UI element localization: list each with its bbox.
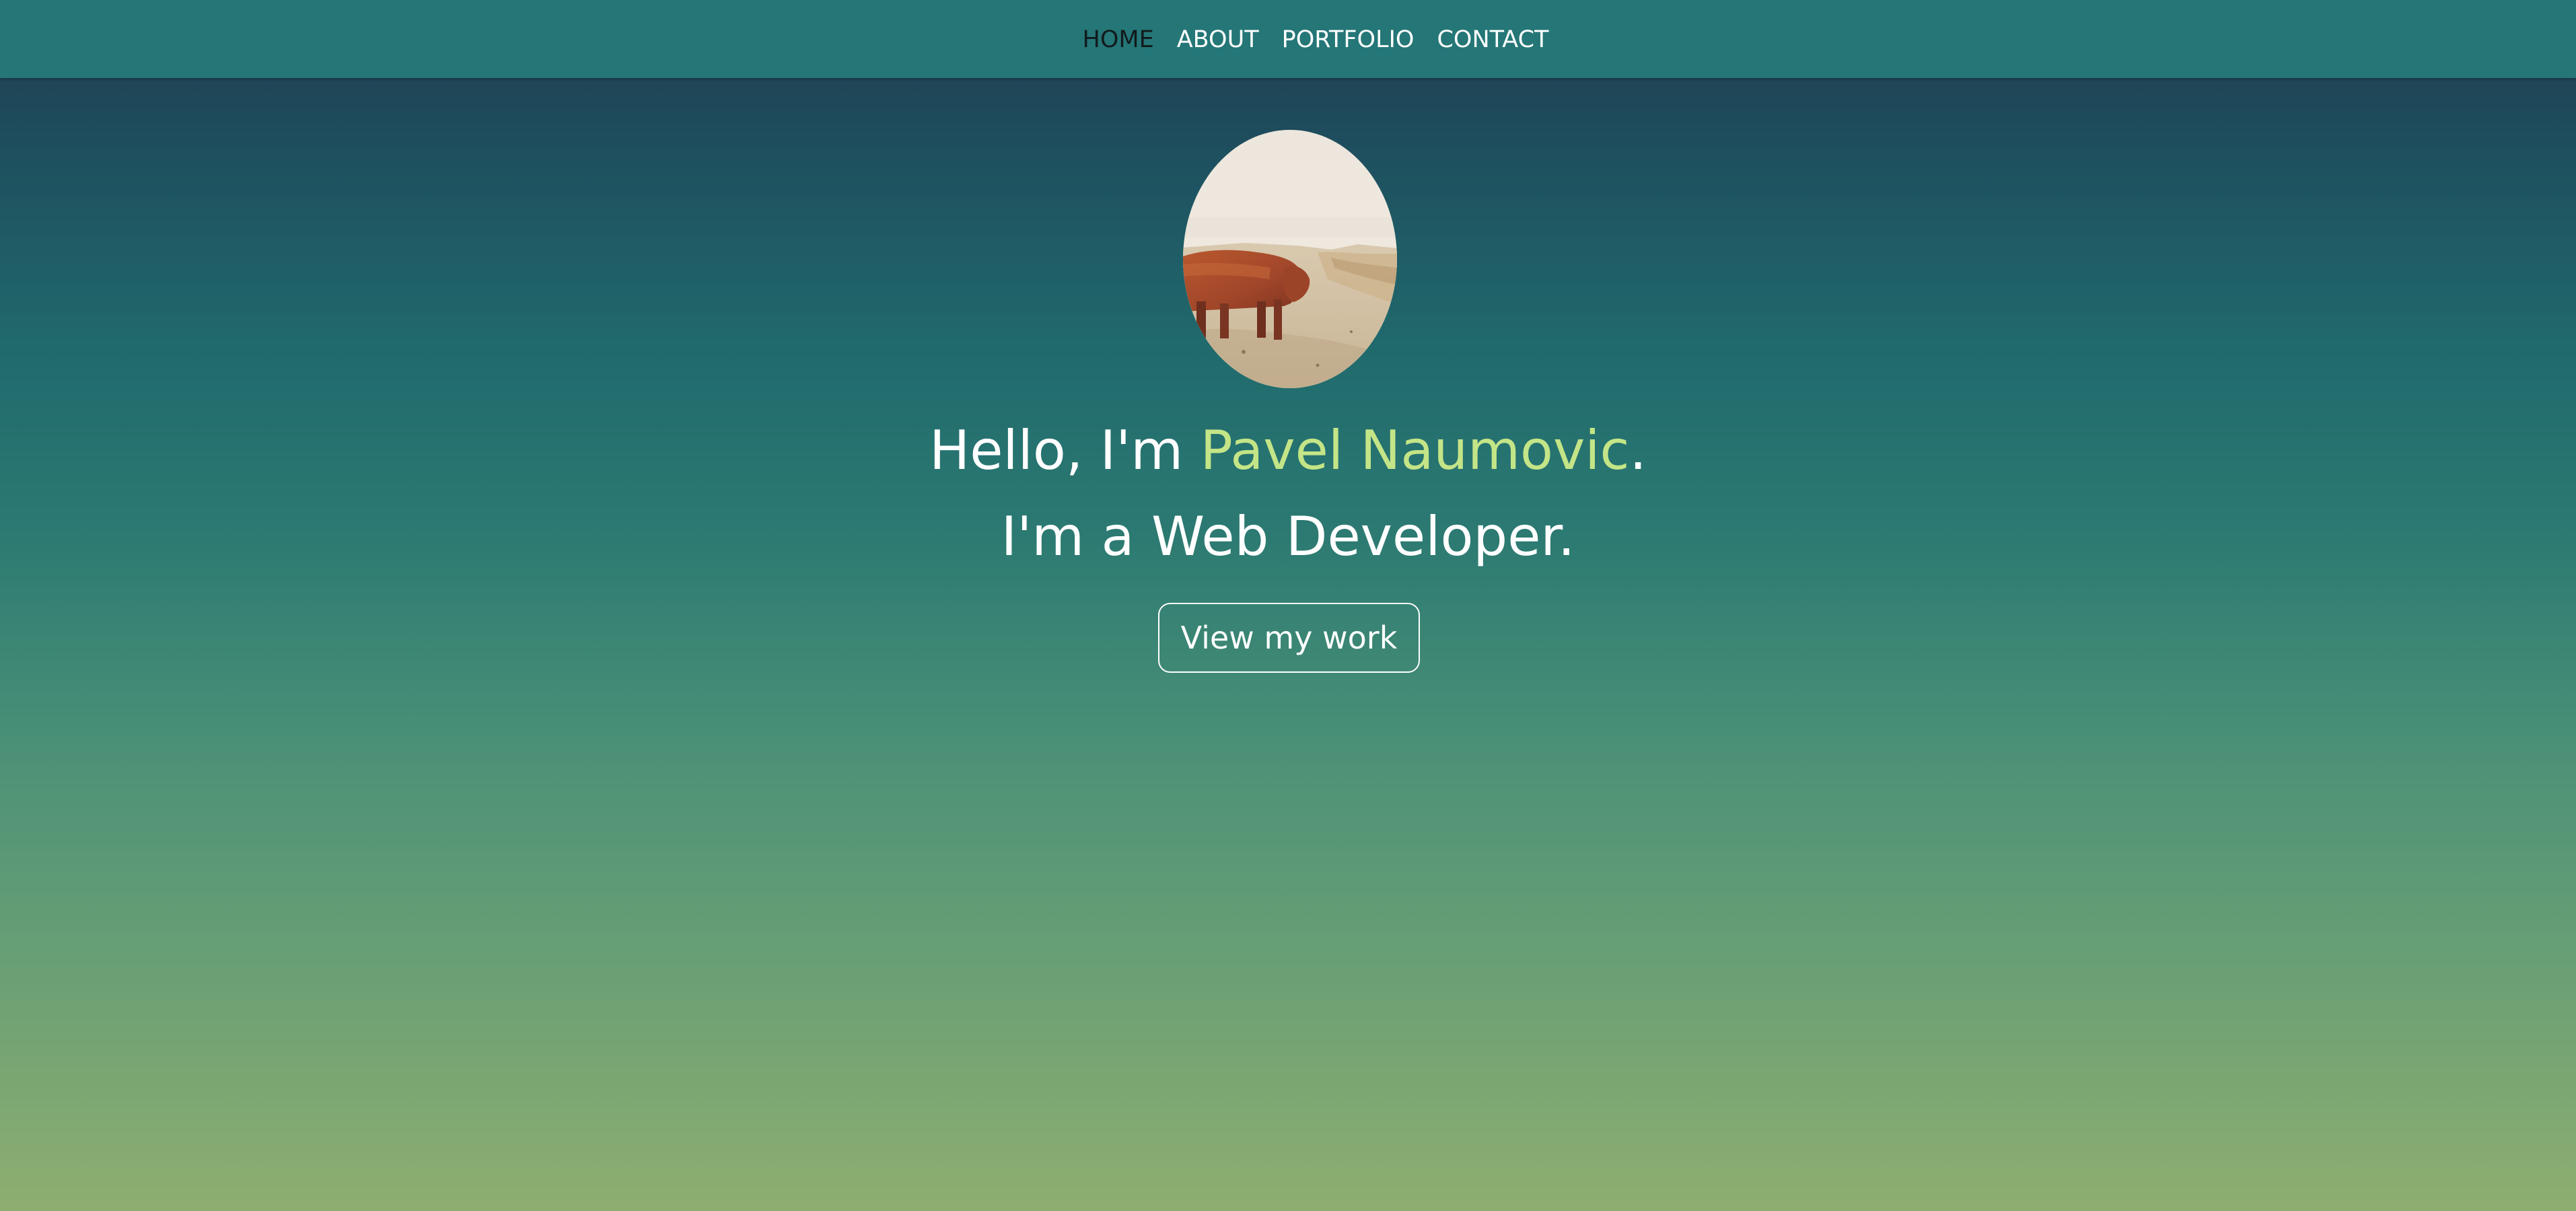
nav-list: HOME ABOUT PORTFOLIO CONTACT xyxy=(1083,26,1549,53)
greeting-suffix: . xyxy=(1629,419,1647,482)
nav-home-link[interactable]: HOME xyxy=(1083,26,1154,53)
developer-name: Pavel Naumovic xyxy=(1200,419,1630,482)
avatar-photo xyxy=(1183,130,1397,388)
page: HOME ABOUT PORTFOLIO CONTACT Hello, I'm … xyxy=(0,0,2576,1211)
nav-contact-link[interactable]: CONTACT xyxy=(1437,26,1548,53)
top-navbar: HOME ABOUT PORTFOLIO CONTACT xyxy=(0,0,2576,78)
hero-greeting: Hello, I'm Pavel Naumovic. xyxy=(0,416,2576,486)
greeting-prefix: Hello, I'm xyxy=(929,419,1201,482)
hero-role: I'm a Web Developer. xyxy=(1001,505,1575,568)
nav-portfolio-link[interactable]: PORTFOLIO xyxy=(1282,26,1415,53)
profile-avatar xyxy=(1183,130,1397,388)
nav-about-link[interactable]: ABOUT xyxy=(1177,26,1259,53)
view-my-work-button[interactable]: View my work xyxy=(1158,603,1420,673)
